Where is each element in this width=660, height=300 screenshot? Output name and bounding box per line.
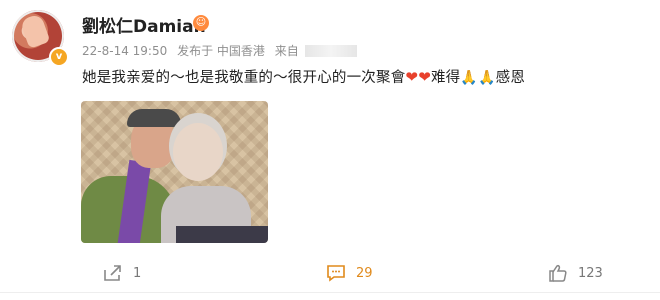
divider [0, 292, 660, 293]
photo-cap [127, 109, 181, 127]
avatar-hand [19, 13, 51, 49]
photo-table [176, 226, 268, 243]
post-time[interactable]: 22-8-14 19:50 [82, 44, 167, 58]
post-source: 来自 [275, 44, 363, 58]
pray-icon: 🙏 [478, 70, 496, 86]
username[interactable]: 劉松仁Damian [82, 12, 206, 37]
smile-face-icon: ☺ [193, 15, 209, 31]
post-text-part2: 难得 [430, 70, 461, 86]
share-button[interactable]: 1 [103, 264, 141, 282]
comment-count: 29 [356, 265, 373, 281]
verified-badge-icon: v [49, 47, 69, 67]
thumbs-up-icon [549, 265, 567, 282]
pray-icon: 🙏 [460, 70, 479, 86]
comment-icon [327, 265, 345, 282]
post-location: 发布于 中国香港 [177, 44, 265, 58]
heart-icon: ❤ [405, 68, 419, 86]
photo-woman-head [173, 123, 223, 181]
blurred-source [304, 45, 357, 57]
comment-button[interactable]: 29 [326, 264, 373, 282]
post-text-part3: 感恩 [495, 70, 526, 86]
action-bar: 1 29 123 [0, 258, 660, 288]
post-source-label: 来自 [274, 44, 299, 58]
post-photo[interactable] [81, 101, 268, 243]
heart-icon: ❤ [418, 68, 431, 86]
share-icon [104, 265, 121, 281]
post-meta: 22-8-14 19:50 发布于 中国香港 来自 [82, 42, 369, 59]
post-text-part1: 她是我亲爱的～也是我敬重的～很开心的一次聚會 [82, 70, 406, 86]
post-text: 她是我亲爱的～也是我敬重的～很开心的一次聚會❤❤难得🙏🙏感恩 [82, 66, 525, 87]
like-count: 123 [578, 265, 603, 281]
share-count: 1 [133, 265, 142, 281]
like-button[interactable]: 123 [548, 264, 603, 282]
